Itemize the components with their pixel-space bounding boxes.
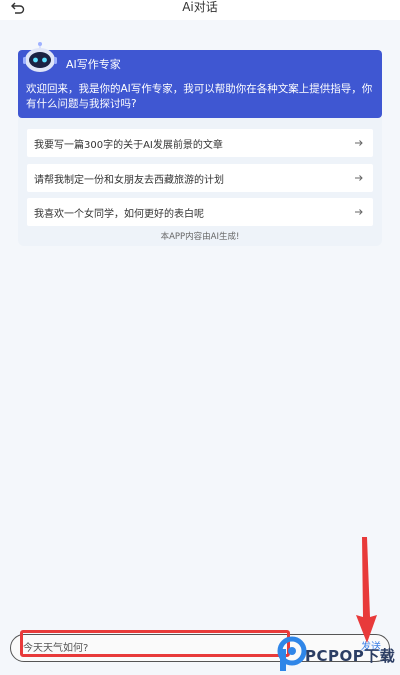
annotation-highlight-box [20, 630, 290, 657]
ai-disclaimer: 本APP内容由AI生成! [160, 232, 240, 242]
arrow-right-icon [355, 175, 363, 181]
suggestion-item[interactable]: 我要写一篇300字的关于AI发展前景的文章 [27, 129, 373, 157]
welcome-message: 欢迎回来，我是你的AI写作专家，我可以帮助你在各种文案上提供指导，你有什么问题与… [26, 83, 373, 110]
arrow-right-icon [355, 209, 363, 215]
watermark-text: PCPOP下载 [305, 647, 396, 665]
watermark: PCPOP下载 [275, 636, 400, 675]
arrow-right-icon [355, 140, 363, 146]
expert-title: AI写作专家 [66, 58, 121, 71]
ai-expert-card: AI写作专家 欢迎回来，我是你的AI写作专家，我可以帮助你在各种文案上提供指导，… [18, 42, 382, 246]
suggestion-item[interactable]: 我喜欢一个女同学，如何更好的表白呢 [27, 198, 373, 226]
robot-icon [23, 42, 57, 72]
suggestion-label: 我喜欢一个女同学，如何更好的表白呢 [34, 208, 204, 220]
suggestion-item[interactable]: 请帮我制定一份和女朋友去西藏旅游的计划 [27, 164, 373, 192]
top-bar: Ai对话 [0, 0, 400, 20]
suggestion-label: 请帮我制定一份和女朋友去西藏旅游的计划 [34, 174, 224, 186]
annotation-arrow-icon [356, 537, 377, 643]
pcpop-logo-icon [277, 636, 307, 671]
expert-header: AI写作专家 欢迎回来，我是你的AI写作专家，我可以帮助你在各种文案上提供指导，… [18, 42, 382, 118]
page-title: Ai对话 [182, 0, 218, 14]
suggestion-label: 我要写一篇300字的关于AI发展前景的文章 [34, 139, 223, 151]
